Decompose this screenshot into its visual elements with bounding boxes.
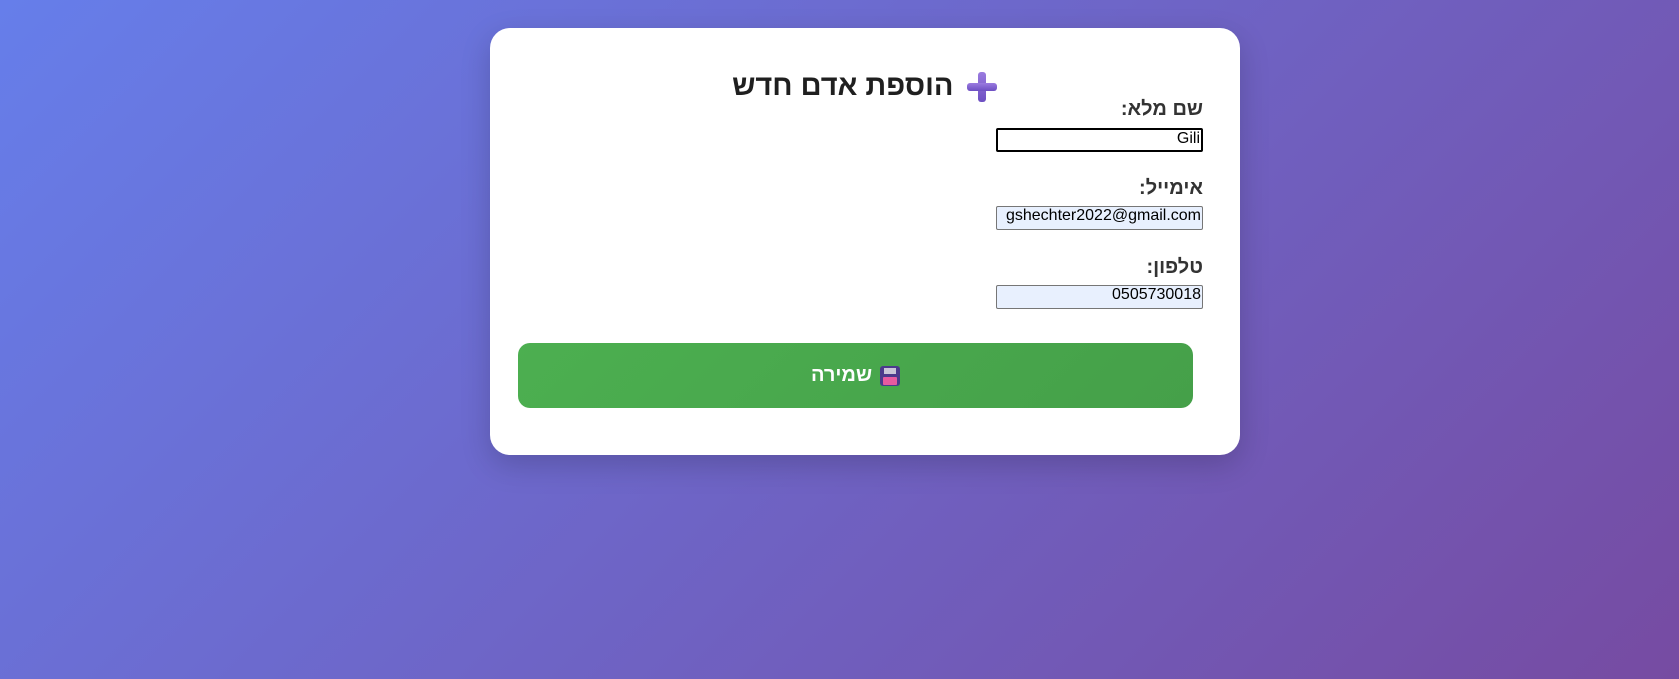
email-label: אימייל:: [1139, 177, 1203, 199]
save-button[interactable]: שמירה: [518, 343, 1193, 408]
plus-icon: [966, 71, 998, 103]
floppy-disk-icon: [880, 365, 901, 386]
full-name-field[interactable]: Gili: [996, 128, 1203, 152]
email-field[interactable]: gshechter2022@gmail.com: [996, 206, 1203, 230]
form-title: הוספת אדם חדש: [732, 70, 954, 102]
phone-field[interactable]: 0505730018: [996, 285, 1203, 309]
save-button-label: שמירה: [810, 364, 873, 386]
phone-label: טלפון:: [1146, 256, 1203, 278]
add-person-card: הוספת אדם חדש שם מלא: Gili אימייל: gshec…: [490, 28, 1240, 455]
full-name-label: שם מלא:: [1120, 98, 1203, 120]
